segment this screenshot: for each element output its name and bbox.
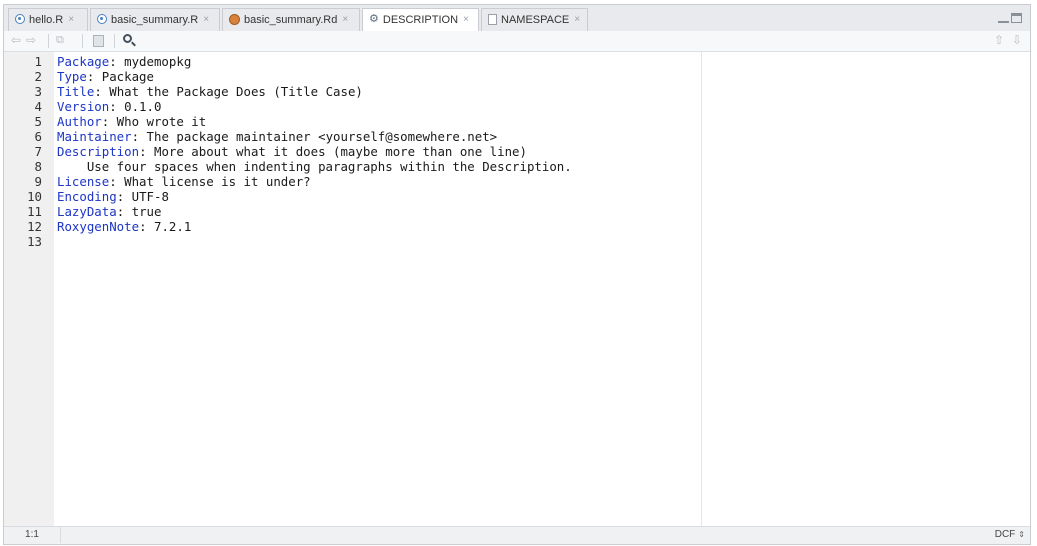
status-bar: 1:1 DCF ⇕ — [4, 526, 1030, 544]
toolbar-divider — [82, 34, 83, 48]
line-number: 10 — [27, 189, 42, 204]
code-line[interactable]: Maintainer: The package maintainer <your… — [57, 129, 497, 144]
tab-label: hello.R — [29, 14, 64, 27]
page-icon — [488, 13, 497, 25]
r-file-icon — [15, 14, 25, 25]
code-line[interactable]: Author: Who wrote it — [57, 114, 206, 129]
code-line[interactable]: Version: 0.1.0 — [57, 99, 161, 114]
rd-file-icon — [229, 13, 240, 25]
print-margin-line — [701, 52, 702, 527]
file-type-label: DCF — [994, 529, 1016, 540]
line-number: 9 — [34, 174, 42, 189]
tab-basic-summary-rd[interactable]: basic_summary.Rd × — [222, 8, 360, 31]
field-key: Type — [57, 69, 87, 84]
code-line[interactable]: Use four spaces when indenting paragraph… — [57, 159, 572, 174]
close-icon[interactable]: × — [574, 14, 580, 25]
line-number: 11 — [27, 204, 42, 219]
field-value: : true — [116, 204, 162, 219]
back-arrow-icon[interactable]: ⇦ — [11, 33, 21, 48]
field-key: Title — [57, 84, 95, 99]
tab-namespace[interactable]: NAMESPACE × — [481, 8, 588, 31]
tab-label: NAMESPACE — [501, 14, 570, 27]
cursor-position: 1:1 — [4, 527, 61, 543]
editor-toolbar: ⇦ ⇨ ⧉ ⇧ ⇩ — [4, 31, 1030, 52]
field-value: : UTF-8 — [116, 189, 169, 204]
field-key: Maintainer — [57, 129, 132, 144]
close-icon[interactable]: × — [463, 14, 469, 25]
field-value: : Package — [86, 69, 154, 84]
field-value: : 7.2.1 — [139, 219, 192, 234]
field-value: : What the Package Does (Title Case) — [94, 84, 363, 99]
toolbar-divider — [48, 34, 49, 48]
gear-icon: ⚙ — [369, 13, 379, 26]
field-value: : The package maintainer <yourself@somew… — [131, 129, 498, 144]
code-line[interactable]: Title: What the Package Does (Title Case… — [57, 84, 363, 99]
tab-label: DESCRIPTION — [382, 14, 459, 27]
field-key: Encoding — [57, 189, 117, 204]
maximize-icon[interactable] — [1011, 13, 1022, 23]
field-value: : mydemopkg — [109, 54, 192, 69]
code-editor[interactable]: 1 2 3 4 5 6 7 8 9 10 11 12 13 Package: mydemopkg Type… — [4, 52, 1030, 527]
tab-label: basic_summary.Rd — [244, 14, 338, 27]
field-key: License — [57, 174, 110, 189]
line-number: 1 — [34, 54, 42, 69]
code-line[interactable]: Package: mydemopkg — [57, 54, 191, 69]
code-line[interactable]: Description: More about what it does (ma… — [57, 144, 527, 159]
code-line[interactable]: Encoding: UTF-8 — [57, 189, 169, 204]
chevron-updown-icon: ⇕ — [1018, 530, 1025, 539]
toolbar-divider — [114, 34, 115, 48]
code-line[interactable]: RoxygenNote: 7.2.1 — [57, 219, 191, 234]
tab-hello-r[interactable]: hello.R × — [8, 8, 88, 31]
line-number: 7 — [34, 144, 42, 159]
window-controls — [998, 13, 1022, 31]
field-value: : 0.1.0 — [109, 99, 162, 114]
tab-label: basic_summary.R — [111, 14, 199, 27]
line-number: 8 — [34, 159, 42, 174]
tab-description[interactable]: ⚙ DESCRIPTION × — [362, 8, 479, 32]
field-value: : More about what it does (maybe more th… — [139, 144, 527, 159]
field-value: : Who wrote it — [101, 114, 207, 129]
close-icon[interactable]: × — [342, 14, 348, 25]
r-file-icon — [97, 14, 107, 25]
field-key: Package — [57, 54, 110, 69]
close-icon[interactable]: × — [203, 14, 209, 25]
field-key: Version — [57, 99, 110, 114]
line-number: 4 — [34, 99, 42, 114]
field-key: RoxygenNote — [57, 219, 140, 234]
line-number: 12 — [27, 219, 42, 234]
line-number-gutter: 1 2 3 4 5 6 7 8 9 10 11 12 13 — [4, 52, 54, 527]
code-line[interactable]: Type: Package — [57, 69, 154, 84]
field-value: Use four spaces when indenting paragraph… — [57, 159, 572, 174]
tab-bar: hello.R × basic_summary.R × basic_summary.… — [4, 5, 1030, 32]
line-number: 3 — [34, 84, 42, 99]
field-key: LazyData — [57, 204, 117, 219]
forward-arrow-icon[interactable]: ⇨ — [26, 33, 36, 48]
arrow-down-icon[interactable]: ⇩ — [1012, 33, 1022, 48]
line-number: 5 — [34, 114, 42, 129]
field-value: : What license is it under? — [109, 174, 311, 189]
field-key: Author — [57, 114, 102, 129]
minimize-icon[interactable] — [998, 13, 1009, 23]
save-icon[interactable] — [93, 35, 104, 47]
line-number: 2 — [34, 69, 42, 84]
code-line[interactable]: LazyData: true — [57, 204, 161, 219]
field-key: Description — [57, 144, 140, 159]
tab-basic-summary-r[interactable]: basic_summary.R × — [90, 8, 220, 31]
show-in-window-icon[interactable]: ⧉ — [56, 33, 64, 48]
line-number: 13 — [27, 234, 42, 249]
line-number: 6 — [34, 129, 42, 144]
file-type-selector[interactable]: DCF ⇕ — [995, 527, 1025, 543]
arrow-up-icon[interactable]: ⇧ — [994, 33, 1004, 48]
code-line[interactable]: License: What license is it under? — [57, 174, 311, 189]
close-icon[interactable]: × — [68, 14, 74, 25]
source-editor-pane: hello.R × basic_summary.R × basic_summary.… — [3, 4, 1031, 545]
search-icon[interactable] — [123, 34, 132, 43]
